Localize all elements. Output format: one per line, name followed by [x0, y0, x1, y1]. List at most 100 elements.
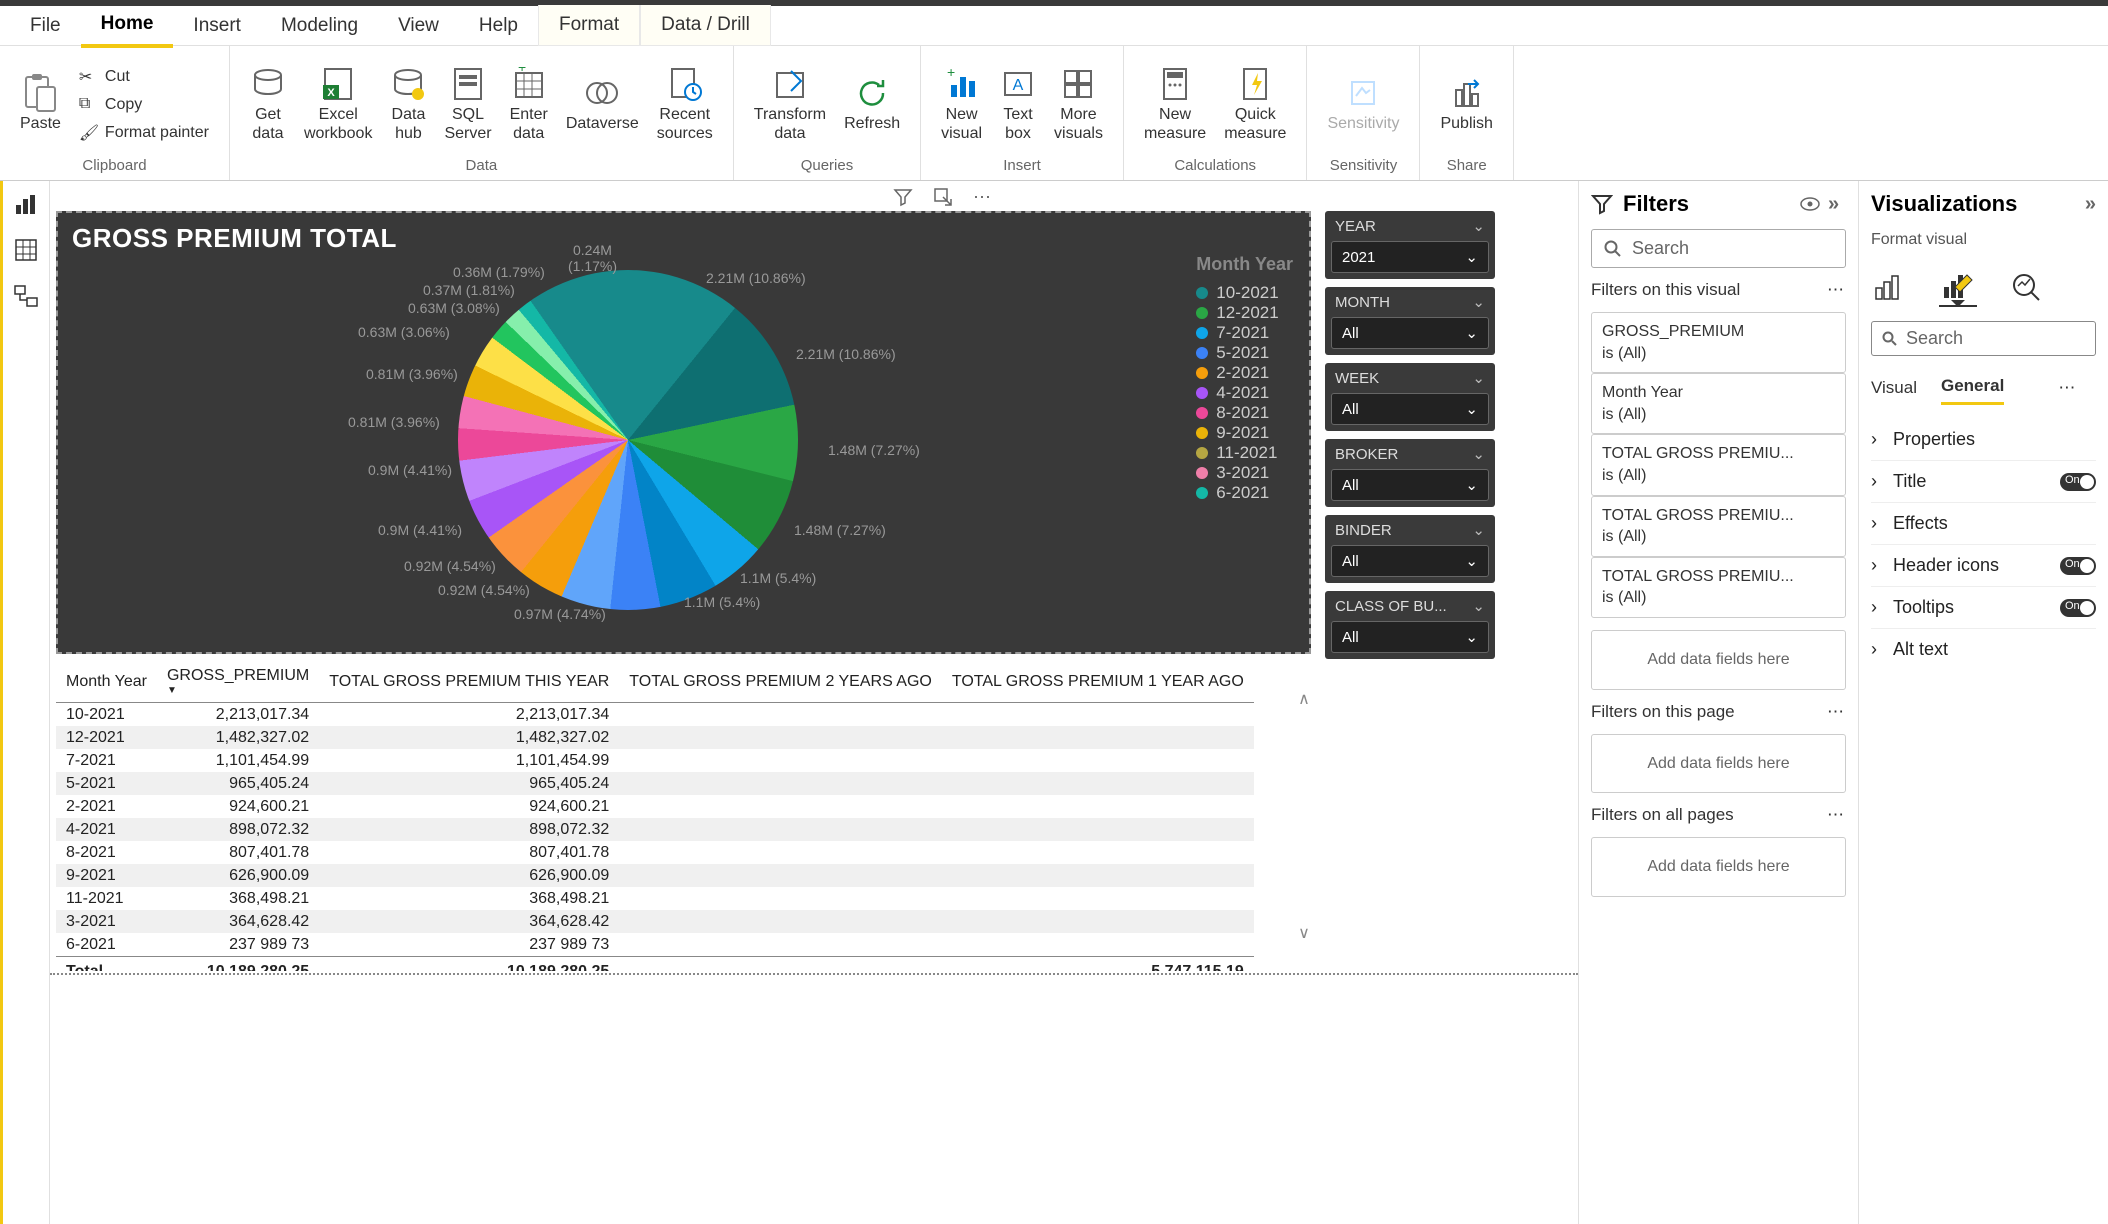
filter-card[interactable]: TOTAL GROSS PREMIU...is (All) [1591, 496, 1846, 557]
format-group[interactable]: ›TooltipsOn [1871, 586, 2096, 628]
table-row[interactable]: 11-2021368,498.21368,498.21 [56, 887, 1254, 910]
tab-insert[interactable]: Insert [173, 6, 261, 46]
table-row[interactable]: 2-2021924,600.21924,600.21 [56, 795, 1254, 818]
slicer-header[interactable]: YEAR⌄ [1325, 211, 1495, 241]
legend-item[interactable]: 7-2021 [1196, 323, 1293, 343]
format-painter-button[interactable]: 🖌Format painter [75, 121, 213, 145]
filter-card[interactable]: GROSS_PREMIUMis (All) [1591, 312, 1846, 373]
filter-card[interactable]: TOTAL GROSS PREMIU...is (All) [1591, 434, 1846, 495]
legend-item[interactable]: 2-2021 [1196, 363, 1293, 383]
legend-item[interactable]: 4-2021 [1196, 383, 1293, 403]
data-hub-button[interactable]: Data hub [386, 64, 430, 145]
toggle-switch[interactable]: On [2060, 557, 2096, 575]
format-group[interactable]: ›Properties [1871, 419, 2096, 460]
legend-item[interactable]: 10-2021 [1196, 283, 1293, 303]
slicer-dropdown[interactable]: All⌄ [1331, 621, 1489, 653]
sql-server-button[interactable]: SQL Server [440, 64, 495, 145]
table-header[interactable]: Month Year [56, 661, 157, 703]
tab-format[interactable]: Format [538, 5, 640, 46]
table-header[interactable]: TOTAL GROSS PREMIUM THIS YEAR [319, 661, 619, 703]
get-data-button[interactable]: Get data [246, 64, 290, 145]
filter-icon[interactable] [893, 187, 913, 207]
tab-view[interactable]: View [378, 6, 459, 46]
table-scrollbar[interactable]: ∧ ∨ [1297, 689, 1311, 943]
format-group[interactable]: ›TitleOn [1871, 460, 2096, 502]
slicer-dropdown[interactable]: All⌄ [1331, 393, 1489, 425]
slicer-header[interactable]: WEEK⌄ [1325, 363, 1495, 393]
table-header[interactable]: TOTAL GROSS PREMIUM 1 YEAR AGO [942, 661, 1254, 703]
rail-report-icon[interactable] [13, 191, 39, 217]
excel-button[interactable]: XExcel workbook [300, 64, 376, 145]
table-visual[interactable]: Month YearGROSS_PREMIUM▼TOTAL GROSS PREM… [56, 661, 1311, 971]
legend-item[interactable]: 5-2021 [1196, 343, 1293, 363]
section-more-icon[interactable]: ⋯ [1827, 702, 1846, 722]
legend-item[interactable]: 3-2021 [1196, 463, 1293, 483]
drop-zone-all[interactable]: Add data fields here [1591, 837, 1846, 897]
tab-home[interactable]: Home [81, 4, 174, 48]
slicer-header[interactable]: BROKER⌄ [1325, 439, 1495, 469]
legend-item[interactable]: 12-2021 [1196, 303, 1293, 323]
legend-item[interactable]: 11-2021 [1196, 443, 1293, 463]
table-row[interactable]: 3-2021364,628.42364,628.42 [56, 910, 1254, 933]
more-options-icon[interactable]: ⋯ [973, 187, 993, 207]
format-group[interactable]: ›Effects [1871, 502, 2096, 544]
tab-modeling[interactable]: Modeling [261, 6, 378, 46]
slicer-dropdown[interactable]: 2021⌄ [1331, 241, 1489, 273]
format-visual-tab-icon[interactable] [1939, 267, 1977, 307]
paste-button[interactable]: Paste [16, 73, 65, 135]
recent-sources-button[interactable]: Recent sources [653, 64, 717, 145]
drop-zone-visual[interactable]: Add data fields here [1591, 630, 1846, 690]
tab-data-drill[interactable]: Data / Drill [640, 5, 771, 46]
more-visuals-button[interactable]: More visuals [1050, 64, 1107, 145]
format-search[interactable]: Search [1871, 321, 2096, 356]
filters-search[interactable]: Search [1591, 229, 1846, 268]
format-tab-more-icon[interactable]: ⋯ [2058, 378, 2077, 398]
copy-button[interactable]: ⧉Copy [75, 93, 213, 117]
toggle-switch[interactable]: On [2060, 473, 2096, 491]
scroll-down-icon[interactable]: ∨ [1298, 923, 1310, 943]
cut-button[interactable]: ✂Cut [75, 65, 213, 89]
tab-help[interactable]: Help [459, 6, 538, 46]
slicer-dropdown[interactable]: All⌄ [1331, 469, 1489, 501]
table-row[interactable]: 8-2021807,401.78807,401.78 [56, 841, 1254, 864]
collapse-pane-icon[interactable]: » [2085, 193, 2096, 216]
slicer-header[interactable]: BINDER⌄ [1325, 515, 1495, 545]
table-header[interactable]: GROSS_PREMIUM▼ [157, 661, 319, 703]
table-row[interactable]: 10-20212,213,017.342,213,017.34 [56, 703, 1254, 727]
toggle-switch[interactable]: On [2060, 599, 2096, 617]
section-more-icon[interactable]: ⋯ [1827, 805, 1846, 825]
publish-button[interactable]: Publish [1436, 73, 1496, 135]
pie-chart-visual[interactable]: GROSS PREMIUM TOTAL 0.24M(1.17%)0.36M (1… [56, 211, 1311, 654]
text-box-button[interactable]: AText box [996, 64, 1040, 145]
table-row[interactable]: 6-2021237 989 73237 989 73 [56, 933, 1254, 957]
new-measure-button[interactable]: New measure [1140, 64, 1210, 145]
table-row[interactable]: 5-2021965,405.24965,405.24 [56, 772, 1254, 795]
table-row[interactable]: 7-20211,101,454.991,101,454.99 [56, 749, 1254, 772]
format-group[interactable]: ›Alt text [1871, 628, 2096, 670]
rail-model-icon[interactable] [13, 283, 39, 309]
section-more-icon[interactable]: ⋯ [1827, 280, 1846, 300]
quick-measure-button[interactable]: Quick measure [1220, 64, 1290, 145]
filter-card[interactable]: TOTAL GROSS PREMIU...is (All) [1591, 557, 1846, 618]
format-tab-visual[interactable]: Visual [1871, 372, 1917, 404]
table-row[interactable]: 9-2021626,900.09626,900.09 [56, 864, 1254, 887]
filter-card[interactable]: Month Yearis (All) [1591, 373, 1846, 434]
transform-data-button[interactable]: Transform data [750, 64, 830, 145]
rail-data-icon[interactable] [13, 237, 39, 263]
legend-item[interactable]: 6-2021 [1196, 483, 1293, 503]
slicer-header[interactable]: CLASS OF BU...⌄ [1325, 591, 1495, 621]
legend-item[interactable]: 8-2021 [1196, 403, 1293, 423]
table-row[interactable]: 4-2021898,072.32898,072.32 [56, 818, 1254, 841]
eye-icon[interactable] [1800, 197, 1818, 211]
scroll-up-icon[interactable]: ∧ [1298, 689, 1310, 709]
build-visual-tab-icon[interactable] [1871, 270, 1909, 304]
new-visual-button[interactable]: +New visual [937, 64, 986, 145]
collapse-pane-icon[interactable]: » [1828, 193, 1846, 216]
slicer-dropdown[interactable]: All⌄ [1331, 545, 1489, 577]
dataverse-button[interactable]: Dataverse [562, 73, 643, 135]
refresh-button[interactable]: Refresh [840, 73, 904, 135]
format-tab-general[interactable]: General [1941, 370, 2004, 405]
table-header[interactable]: TOTAL GROSS PREMIUM 2 YEARS AGO [619, 661, 942, 703]
enter-data-button[interactable]: +Enter data [506, 64, 552, 145]
analytics-tab-icon[interactable] [2007, 268, 2045, 306]
